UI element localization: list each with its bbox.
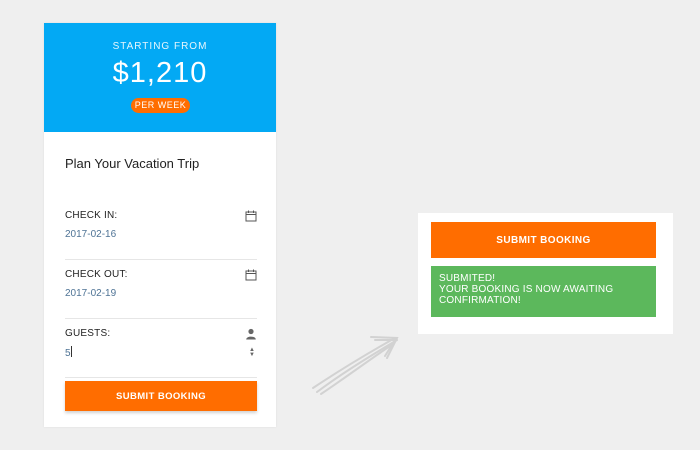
calendar-icon[interactable] xyxy=(245,269,257,281)
guests-stepper-icon[interactable]: ▲ ▼ xyxy=(248,347,256,359)
sketch-arrow-icon xyxy=(312,336,399,395)
submit-booking-button-result[interactable]: SUBMIT BOOKING xyxy=(431,222,656,258)
check-in-value[interactable]: 2017-02-16 xyxy=(65,229,116,240)
per-week-badge: PER WEEK xyxy=(131,98,190,113)
person-icon xyxy=(246,328,256,340)
submit-booking-button[interactable]: SUBMIT BOOKING xyxy=(65,381,257,411)
pricing-header: STARTING FROM $1,210 PER WEEK xyxy=(44,23,276,132)
check-out-label: CHECK OUT: xyxy=(65,269,128,280)
check-in-label: CHECK IN: xyxy=(65,210,118,221)
result-panel: SUBMIT BOOKING SUBMITED! YOUR BOOKING IS… xyxy=(418,213,673,334)
success-message-line: SUBMITED! xyxy=(439,273,496,284)
success-message-line: CONFIRMATION! xyxy=(439,295,521,306)
form-title: Plan Your Vacation Trip xyxy=(65,156,200,171)
price-value: $1,210 xyxy=(112,57,208,89)
guests-label: GUESTS: xyxy=(65,328,111,339)
check-in-field[interactable]: CHECK IN: 2017-02-16 xyxy=(65,210,257,260)
check-out-value[interactable]: 2017-02-19 xyxy=(65,288,116,299)
booking-card: STARTING FROM $1,210 PER WEEK Plan Your … xyxy=(44,23,276,427)
guests-field[interactable]: GUESTS: ▲▼ xyxy=(65,328,257,378)
calendar-icon[interactable] xyxy=(245,210,257,222)
guests-input[interactable] xyxy=(65,345,245,361)
starting-from-label: STARTING FROM xyxy=(112,41,208,52)
success-message-line: YOUR BOOKING IS NOW AWAITING xyxy=(439,284,614,295)
check-out-field[interactable]: CHECK OUT: 2017-02-19 xyxy=(65,269,257,319)
success-message: SUBMITED! YOUR BOOKING IS NOW AWAITING C… xyxy=(431,266,656,317)
text-caret xyxy=(71,346,72,357)
